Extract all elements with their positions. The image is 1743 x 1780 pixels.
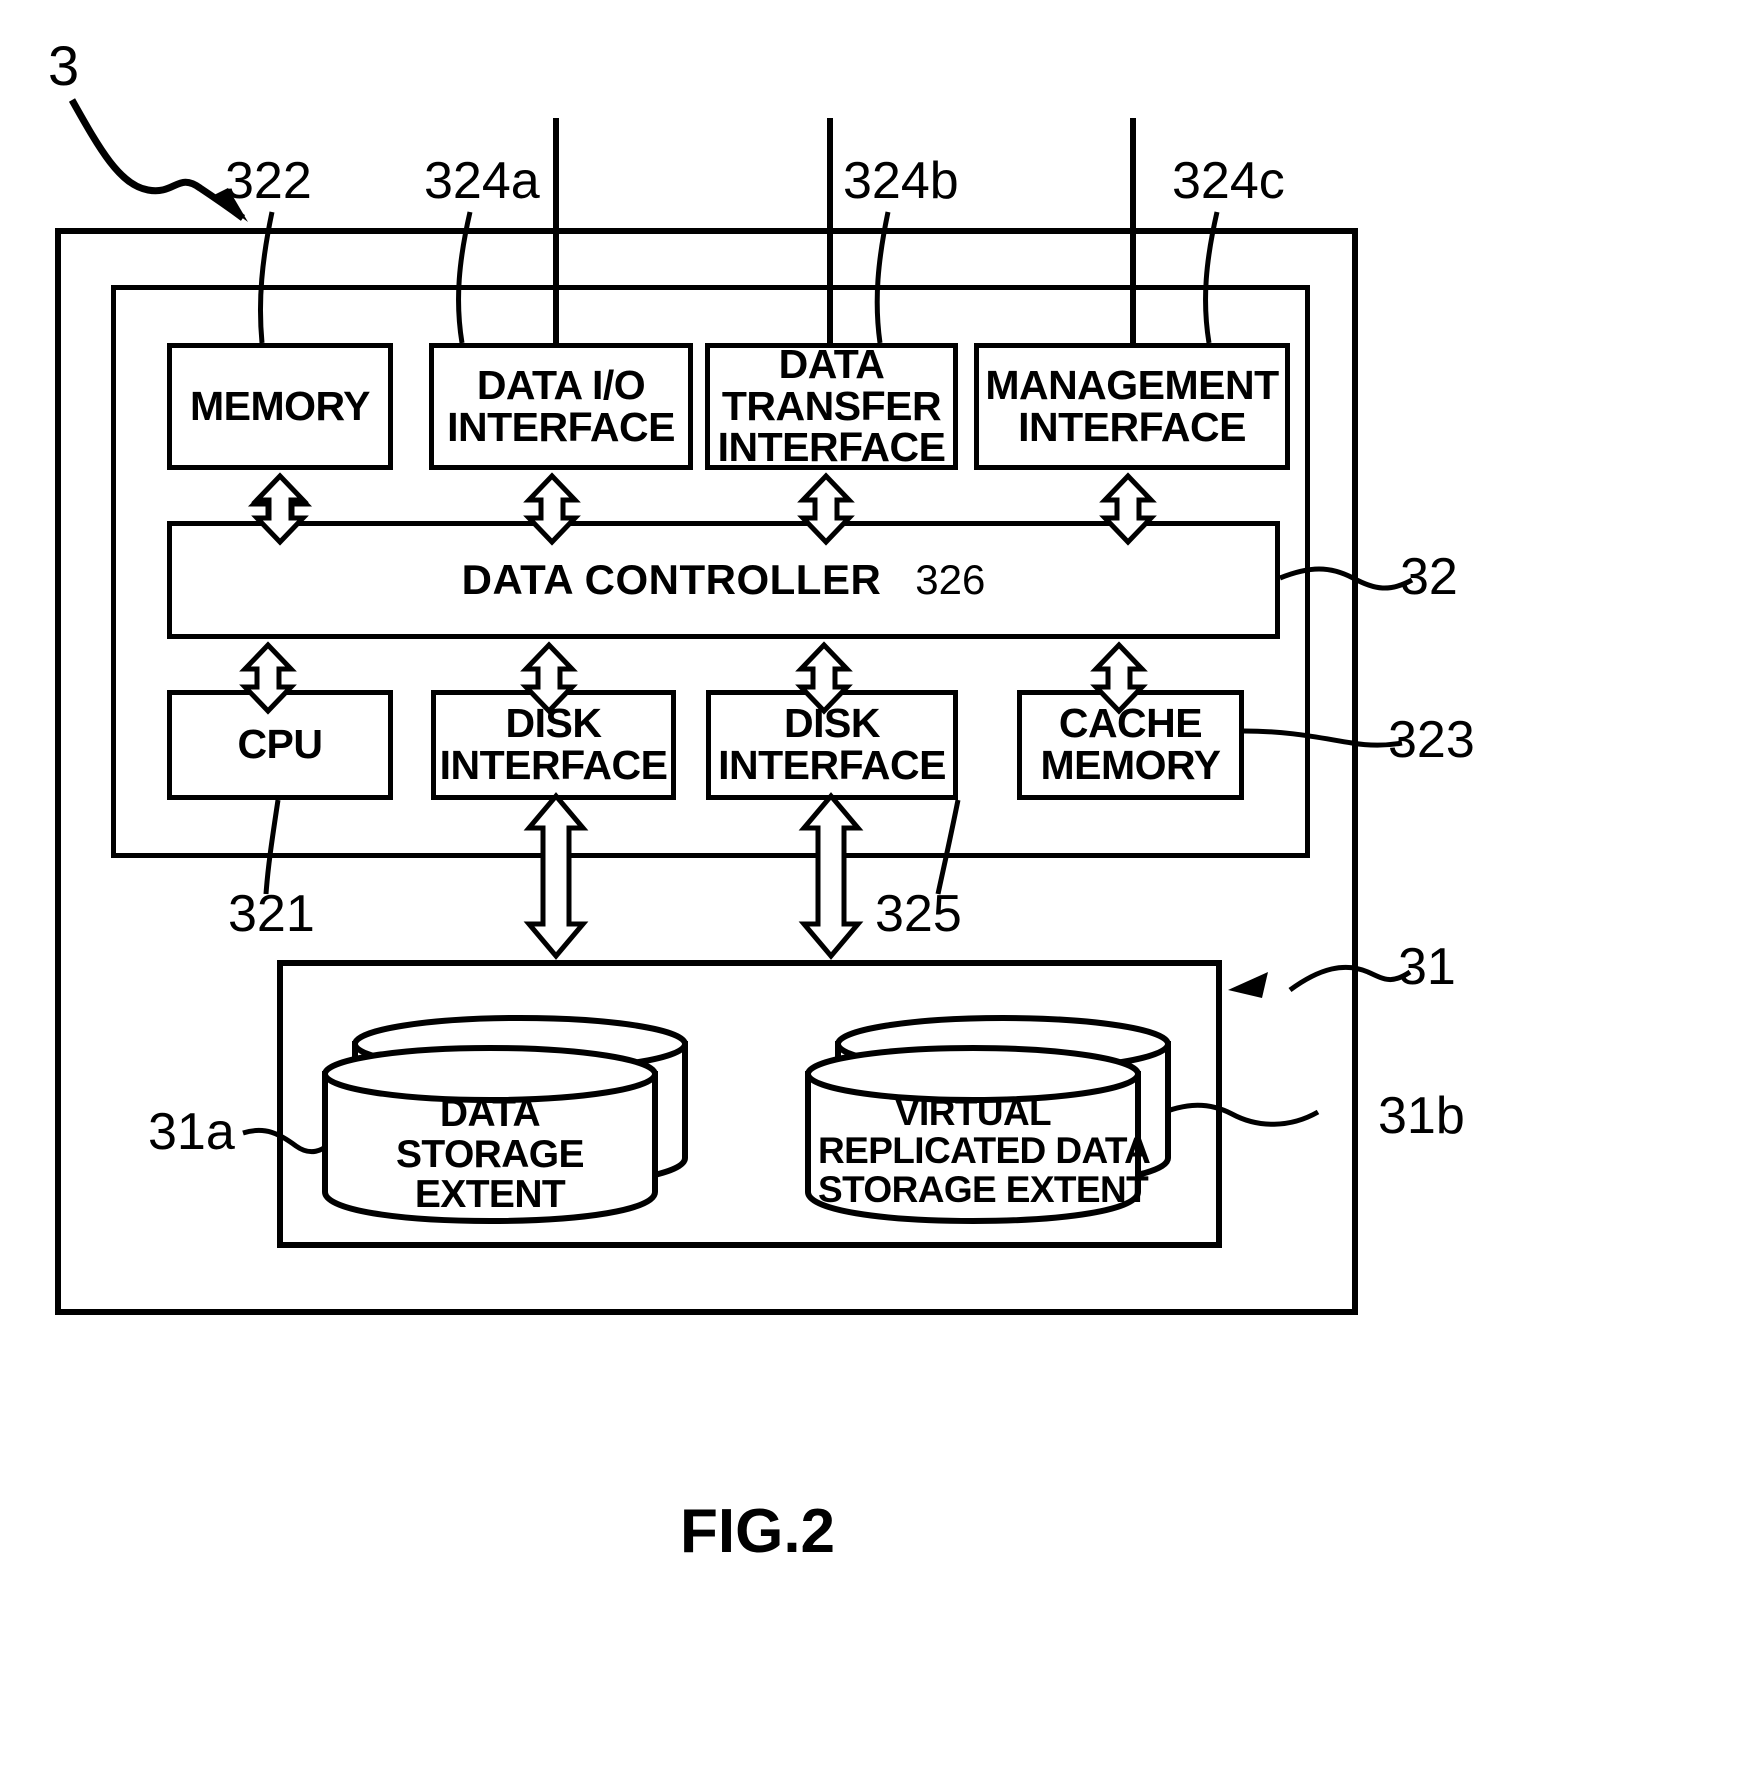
ref-label-data-transfer-324b: 324b <box>843 152 959 210</box>
component-label-data-transfer-line2: TRANSFER <box>721 382 942 429</box>
component-label-data-transfer-line1: DATA <box>778 340 885 387</box>
cyl-data-storage-line2: STORAGE <box>396 1132 585 1176</box>
cylinder-label-virtual-replicated-extent: VIRTUAL REPLICATED DATA STORAGE EXTENT <box>818 1092 1151 1210</box>
ref-label-memory-322: 322 <box>225 152 312 210</box>
component-label-disk-if-1-line2: INTERFACE <box>439 742 668 788</box>
component-label-cache-line1: CACHE <box>1058 700 1203 747</box>
component-label-cache-line2: MEMORY <box>1040 742 1221 788</box>
component-label-data-transfer-line3: INTERFACE <box>717 424 946 471</box>
component-box-data-transfer-interface: DATA TRANSFER INTERFACE <box>705 343 958 470</box>
component-label-management-line1: MANAGEMENT <box>985 361 1279 408</box>
component-label-cpu: CPU <box>237 721 323 768</box>
cyl-virtual-line3: STORAGE EXTENT <box>818 1168 1149 1210</box>
component-box-management-interface: MANAGEMENT INTERFACE <box>974 343 1290 470</box>
component-box-data-controller: DATA CONTROLLER 326 <box>167 521 1280 639</box>
cyl-data-storage-line1: DATA <box>439 1092 541 1135</box>
component-label-management-line2: INTERFACE <box>1018 403 1246 450</box>
ref-label-system-3: 3 <box>48 34 80 97</box>
component-label-disk-if-1-line1: DISK <box>505 700 602 747</box>
cyl-virtual-line1: VIRTUAL <box>894 1092 1052 1133</box>
leader-system-3 <box>68 98 246 221</box>
component-box-cache-memory: CACHE MEMORY <box>1017 690 1244 800</box>
ref-label-disk-if-325: 325 <box>875 885 962 943</box>
figure-canvas: MEMORY DATA I/O INTERFACE DATA TRANSFER … <box>0 0 1743 1780</box>
ref-label-virtual-extent-31b: 31b <box>1378 1087 1465 1145</box>
cyl-data-storage-line3: EXTENT <box>414 1173 566 1217</box>
component-box-disk-interface-1: DISK INTERFACE <box>431 690 676 800</box>
component-label-data-io-line1: DATA I/O <box>476 361 646 408</box>
ref-label-controller-unit-32: 32 <box>1400 548 1458 606</box>
component-label-disk-if-2-line1: DISK <box>784 700 880 747</box>
component-box-cpu: CPU <box>167 690 393 800</box>
ref-label-storage-extent-31a: 31a <box>148 1103 235 1161</box>
ref-label-data-io-324a: 324a <box>424 152 540 210</box>
component-box-disk-interface-2: DISK INTERFACE <box>706 690 958 800</box>
component-ref-data-controller: 326 <box>915 556 986 603</box>
component-box-memory: MEMORY <box>167 343 393 470</box>
component-label-memory: MEMORY <box>190 382 370 429</box>
component-label-data-io-line2: INTERFACE <box>447 403 675 450</box>
ref-label-lower-row-323: 323 <box>1388 711 1475 769</box>
ref-label-storage-unit-31: 31 <box>1398 938 1456 996</box>
ref-label-cpu-321: 321 <box>228 885 315 943</box>
ref-label-management-324c: 324c <box>1172 152 1285 210</box>
component-label-data-controller: DATA CONTROLLER <box>461 556 882 603</box>
component-label-disk-if-2-line2: INTERFACE <box>718 742 946 788</box>
cyl-virtual-line2: REPLICATED DATA <box>818 1130 1151 1172</box>
component-box-data-io-interface: DATA I/O INTERFACE <box>429 343 693 470</box>
cylinder-label-data-storage-extent: DATA STORAGE EXTENT <box>345 1092 635 1217</box>
figure-caption: FIG.2 <box>680 1497 836 1566</box>
